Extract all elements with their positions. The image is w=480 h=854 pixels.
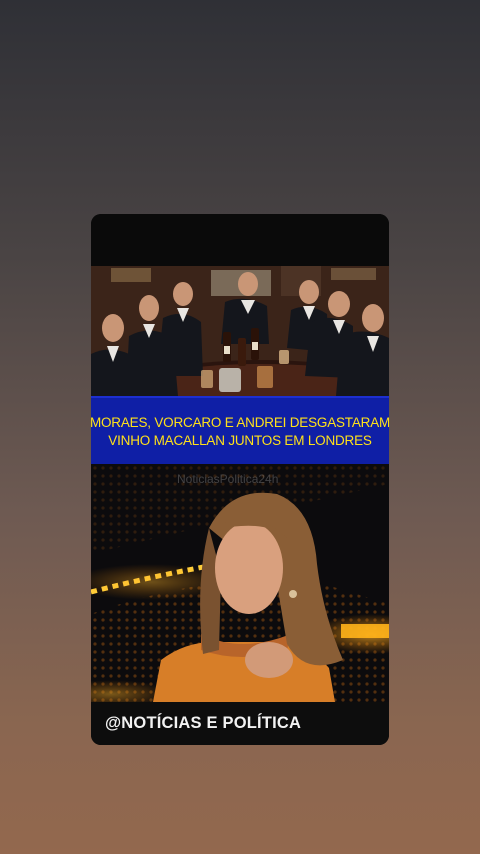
story-card: MORAES, VORCARO E ANDREI DESGASTARAM VIN…: [91, 214, 389, 745]
top-black-bar: [91, 214, 389, 266]
watermark-text: NoticiasPolitica24h: [177, 472, 279, 486]
headline-line-2: VINHO MACALLAN JUNTOS EM LONDRES: [108, 433, 372, 448]
news-photo: [91, 266, 389, 408]
channel-handle[interactable]: @NOTÍCIAS E POLÍTICA: [105, 714, 301, 733]
headline-banner: MORAES, VORCARO E ANDREI DESGASTARAM VIN…: [91, 396, 389, 468]
anchor-video-frame: NoticiasPolitica24h: [91, 464, 389, 702]
channel-bar: @NOTÍCIAS E POLÍTICA: [91, 702, 389, 745]
headline-line-1: MORAES, VORCARO E ANDREI DESGASTARAM: [91, 415, 389, 430]
